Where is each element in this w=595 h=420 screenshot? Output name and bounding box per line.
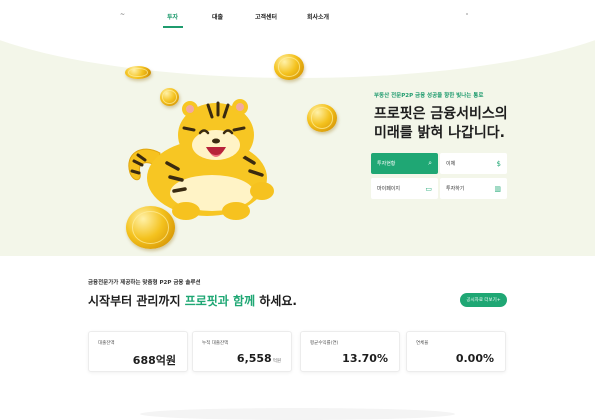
stat-label: 평균수익률(연) <box>310 341 339 346</box>
active-tab-indicator <box>163 26 183 28</box>
hero-title-line2: 미래를 밝혀 나갑니다. <box>374 125 505 141</box>
stat-value: 6,558억원 <box>236 352 281 365</box>
button-label: 마이페이지 <box>377 186 401 192</box>
stat-value: 13.70% <box>342 352 388 365</box>
stat-card-loan-balance: 대출잔액 688억원 <box>88 331 188 372</box>
section-title: 시작부터 관리까지 프로핏과 함께 하세요. <box>88 292 297 309</box>
stat-card-avg-return: 평균수익률(연) 13.70% <box>300 331 400 372</box>
section-subtitle: 금융전문가가 제공하는 맞춤형 P2P 금융 솔루션 <box>88 280 201 286</box>
nav-item-loan[interactable]: 대출 <box>212 12 223 21</box>
chart-icon: ▥ <box>494 184 501 193</box>
hero-subtitle: 부동산 전문P2P 금융 성공을 향한 빛나는 통로 <box>374 93 484 99</box>
logo[interactable]: ~ <box>120 11 125 18</box>
stat-label: 누적 대출잔액 <box>202 341 229 346</box>
title-highlight: 프로핏과 함께 <box>184 294 256 308</box>
nav-item-invest[interactable]: 투자 <box>167 12 178 21</box>
nav-item-company[interactable]: 회사소개 <box>307 12 329 21</box>
stat-value: 688억원 <box>132 354 176 367</box>
coin-icon <box>307 104 337 132</box>
coin-icon <box>274 54 304 80</box>
stat-value: 0.00% <box>455 352 494 365</box>
stat-card-cumulative-loan: 누적 대출잔액 6,558억원 <box>192 331 292 372</box>
title-suffix: 하세요. <box>255 294 297 308</box>
nav-item-support[interactable]: 고객센터 <box>255 12 277 21</box>
transfer-button[interactable]: 이체 $ <box>440 153 507 174</box>
mypage-button[interactable]: 마이페이지 ▭ <box>371 178 438 199</box>
dollar-icon: $ <box>496 159 501 168</box>
stat-label: 연체율 <box>416 341 429 346</box>
button-label: 이체 <box>446 161 456 167</box>
stat-label: 대출잔액 <box>98 341 115 346</box>
search-icon: ⌕ <box>428 159 432 167</box>
button-label: 투자현황 <box>377 161 396 167</box>
coin-icon <box>125 66 151 79</box>
invest-button[interactable]: 투자하기 ▥ <box>440 178 507 199</box>
disclosure-more-button[interactable]: 공시자료 더보기+ <box>460 293 507 307</box>
stat-card-delinquency: 연체율 0.00% <box>406 331 506 372</box>
coin-icon <box>126 206 175 249</box>
top-nav: ~ 투자 대출 고객센터 회사소개 <box>0 0 595 28</box>
hero-banner: 부동산 전문P2P 금융 성공을 향한 빛나는 통로 프로핏은 금융서비스의 미… <box>0 28 595 256</box>
bottom-shadow <box>140 408 455 420</box>
coin-icon <box>160 88 179 106</box>
button-label: 투자하기 <box>446 186 465 192</box>
menu-dot-icon[interactable] <box>466 13 468 15</box>
title-prefix: 시작부터 관리까지 <box>88 294 185 308</box>
invest-status-button[interactable]: 투자현황 ⌕ <box>371 153 438 174</box>
folder-icon: ▭ <box>425 184 432 193</box>
hero-title-line1: 프로핏은 금융서비스의 <box>374 106 508 122</box>
hero-title: 프로핏은 금융서비스의 미래를 밝혀 나갑니다. <box>374 105 508 143</box>
